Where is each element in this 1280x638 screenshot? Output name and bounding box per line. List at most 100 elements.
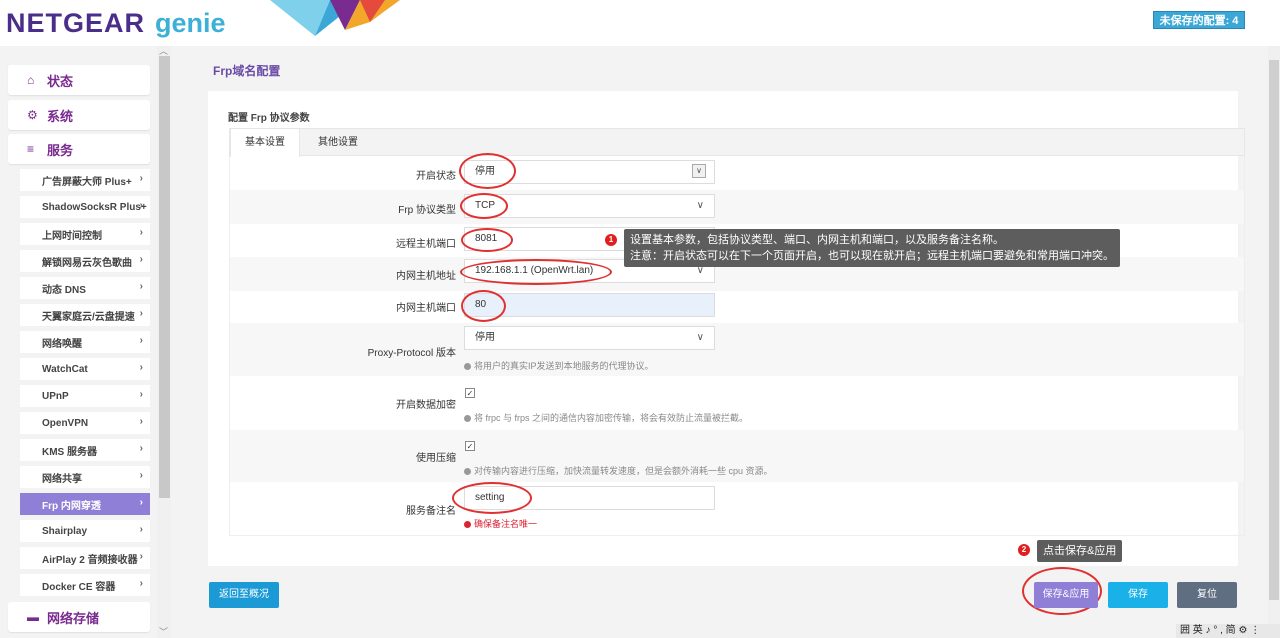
save-button[interactable]: 保存 — [1108, 582, 1168, 608]
sidebar-subitem-time-control[interactable]: 上网时间控制 › — [20, 223, 150, 245]
sidebar-subitem-docker[interactable]: Docker CE 容器 › — [20, 574, 150, 596]
sidebar-subitem-netease[interactable]: 解锁网易云灰色歌曲 › — [20, 250, 150, 272]
sidebar-item-label: 网络存储 — [47, 610, 100, 626]
enable-label: 开启状态 — [416, 171, 456, 182]
sidebar-subitem-label: KMS 服务器 — [42, 446, 97, 458]
sidebar-subitem-airplay2[interactable]: AirPlay 2 音频接收器 › — [20, 547, 150, 569]
sidebar-subitem-kms[interactable]: KMS 服务器 › — [20, 439, 150, 461]
sidebar-subitem-label: AirPlay 2 音频接收器 — [42, 554, 138, 566]
sidebar-subitem-ddns[interactable]: 动态 DNS › — [20, 277, 150, 299]
brand-logo-suffix: genie — [155, 8, 226, 38]
sidebar-subitem-label: WatchCat — [42, 363, 88, 375]
form-row-remark: 服务备注名 — [230, 482, 1244, 536]
sidebar-subitem-wol[interactable]: 网络唤醒 › — [20, 331, 150, 353]
ime-toolbar[interactable]: 囲 英 ♪ ° , 简 ⚙ ⋮ — [1176, 624, 1280, 638]
annotation-badge: 2 — [1018, 544, 1030, 556]
page-title: Frp域名配置 — [213, 64, 281, 78]
annotation-circle — [461, 290, 506, 322]
encrypt-hint: 将 frpc 与 frps 之间的通信内容加密传输，将会有效防止流量被拦截。 — [464, 411, 748, 424]
sidebar-item-label: 系统 — [47, 108, 74, 124]
form-row-enable: 开启状态 — [230, 157, 1244, 189]
sidebar-subitem-label: Frp 内网穿透 — [42, 500, 101, 512]
home-icon: ⌂ — [27, 73, 35, 87]
sidebar-subitem-shairplay[interactable]: Shairplay › — [20, 520, 150, 542]
save-apply-button[interactable]: 保存&应用 — [1034, 582, 1098, 608]
sidebar-item-services[interactable]: ≡ 服务 — [8, 134, 150, 164]
tab-basic-settings[interactable]: 基本设置 — [230, 129, 300, 157]
remark-label: 服务备注名 — [406, 506, 456, 517]
proxy-protocol-label: Proxy-Protocol 版本 — [367, 348, 456, 359]
chevron-right-icon: › — [139, 416, 143, 427]
encrypt-hint-text: 将 frpc 与 frps 之间的通信内容加密传输，将会有效防止流量被拦截。 — [474, 413, 749, 423]
chevron-right-icon: › — [139, 308, 143, 319]
sidebar-subitem-openvpn[interactable]: OpenVPN › — [20, 412, 150, 434]
tab-bar: 基本设置 其他设置 — [229, 128, 1245, 157]
scroll-down-icon[interactable]: ﹀ — [159, 625, 168, 638]
chevron-right-icon: › — [139, 200, 143, 211]
gears-icon: ⚙ — [27, 108, 38, 122]
section-title: 配置 Frp 协议参数 — [228, 113, 310, 124]
sidebar-subitem-label: UPnP — [42, 390, 69, 402]
chevron-right-icon: › — [139, 335, 143, 346]
chevron-right-icon: › — [139, 362, 143, 373]
chevron-right-icon: › — [139, 578, 143, 589]
sidebar-subitem-adblock[interactable]: 广告屏蔽大师 Plus+ › — [20, 169, 150, 191]
chevron-right-icon: › — [139, 281, 143, 292]
local-port-label: 内网主机端口 — [396, 303, 456, 314]
info-icon — [464, 468, 471, 475]
chevron-right-icon: › — [139, 254, 143, 265]
encrypt-label: 开启数据加密 — [396, 400, 456, 411]
sidebar-subitem-frp[interactable]: Frp 内网穿透 › — [20, 493, 150, 515]
page-scrollbar-thumb[interactable] — [1269, 60, 1279, 600]
header: NETGEAR genie 未保存的配置: 4 — [0, 0, 1280, 46]
remark-hint: 确保备注名唯一 — [464, 517, 537, 530]
unsaved-changes-button[interactable]: 未保存的配置: 4 — [1153, 11, 1245, 29]
sidebar-subitem-share[interactable]: 网络共享 › — [20, 466, 150, 488]
chevron-right-icon: › — [139, 470, 143, 481]
annotation-circle — [461, 228, 513, 252]
sidebar-item-status[interactable]: ⌂ 状态 — [8, 65, 150, 95]
storage-icon: ▬ — [27, 610, 39, 624]
sidebar-subitem-label: Docker CE 容器 — [42, 581, 116, 593]
scroll-up-icon[interactable]: ︿ — [159, 44, 168, 57]
proxy-protocol-select[interactable]: 停用 ∨ — [464, 326, 715, 350]
info-icon — [464, 363, 471, 370]
tab-other-settings[interactable]: 其他设置 — [304, 129, 372, 157]
sidebar-subitem-upnp[interactable]: UPnP › — [20, 385, 150, 407]
compress-checkbox[interactable]: ✓ — [465, 441, 475, 451]
annotation-tooltip: 设置基本参数，包括协议类型、端口、内网主机和端口，以及服务备注名称。 注意：开启… — [624, 229, 1120, 267]
compress-hint-text: 对传输内容进行压缩，加快流量转发速度，但是会额外消耗一些 cpu 资源。 — [474, 466, 773, 476]
sidebar-scrollbar-thumb[interactable] — [159, 56, 170, 498]
sidebar-item-label: 状态 — [47, 73, 74, 89]
sidebar-item-system[interactable]: ⚙ 系统 — [8, 100, 150, 130]
compress-label: 使用压缩 — [416, 453, 456, 464]
remark-hint-text: 确保备注名唯一 — [474, 519, 538, 529]
sidebar-subitem-label: 广告屏蔽大师 Plus+ — [42, 176, 132, 188]
reset-button[interactable]: 复位 — [1177, 582, 1237, 608]
chevron-right-icon: › — [139, 443, 143, 454]
chevron-down-icon: ∨ — [692, 164, 706, 178]
sidebar-subitem-ssr[interactable]: ShadowSocksR Plus+ › — [20, 196, 150, 218]
info-icon — [464, 521, 471, 528]
back-to-overview-button[interactable]: 返回至概况 — [209, 582, 279, 608]
sidebar-item-storage[interactable]: ▬ 网络存储 — [8, 602, 150, 632]
sidebar-subitem-label: 解锁网易云灰色歌曲 — [42, 257, 132, 269]
chevron-right-icon: › — [139, 524, 143, 535]
chevron-right-icon: › — [139, 551, 143, 562]
annotation-tooltip: 点击保存&应用 — [1037, 540, 1123, 562]
annotation-circle — [459, 153, 516, 189]
form-row-proxy-protocol: Proxy-Protocol 版本 — [230, 323, 1244, 376]
encrypt-checkbox[interactable]: ✓ — [465, 388, 475, 398]
proxy-protocol-hint: 将用户的真实IP发送到本地服务的代理协议。 — [464, 359, 654, 372]
sidebar-subitem-watchcat[interactable]: WatchCat › — [20, 358, 150, 380]
chevron-right-icon: › — [139, 173, 143, 184]
annotation-circle — [460, 193, 508, 219]
sidebar-subitem-label: OpenVPN — [42, 417, 89, 429]
annotation-tooltip-line: 注意：开启状态可以在下一个页面开启，也可以现在就开启；远程主机端口要避免和常用端… — [630, 250, 1114, 262]
sidebar-subitem-cloud-speed[interactable]: 天翼家庭云/云盘提速 › — [20, 304, 150, 326]
form-row-protocol: Frp 协议类型 — [230, 190, 1244, 224]
proxy-protocol-hint-text: 将用户的真实IP发送到本地服务的代理协议。 — [474, 361, 654, 371]
chevron-down-icon: ∨ — [696, 200, 704, 211]
logo-graphic-icon — [270, 0, 400, 36]
sidebar-subitem-label: ShadowSocksR Plus+ — [42, 201, 147, 213]
